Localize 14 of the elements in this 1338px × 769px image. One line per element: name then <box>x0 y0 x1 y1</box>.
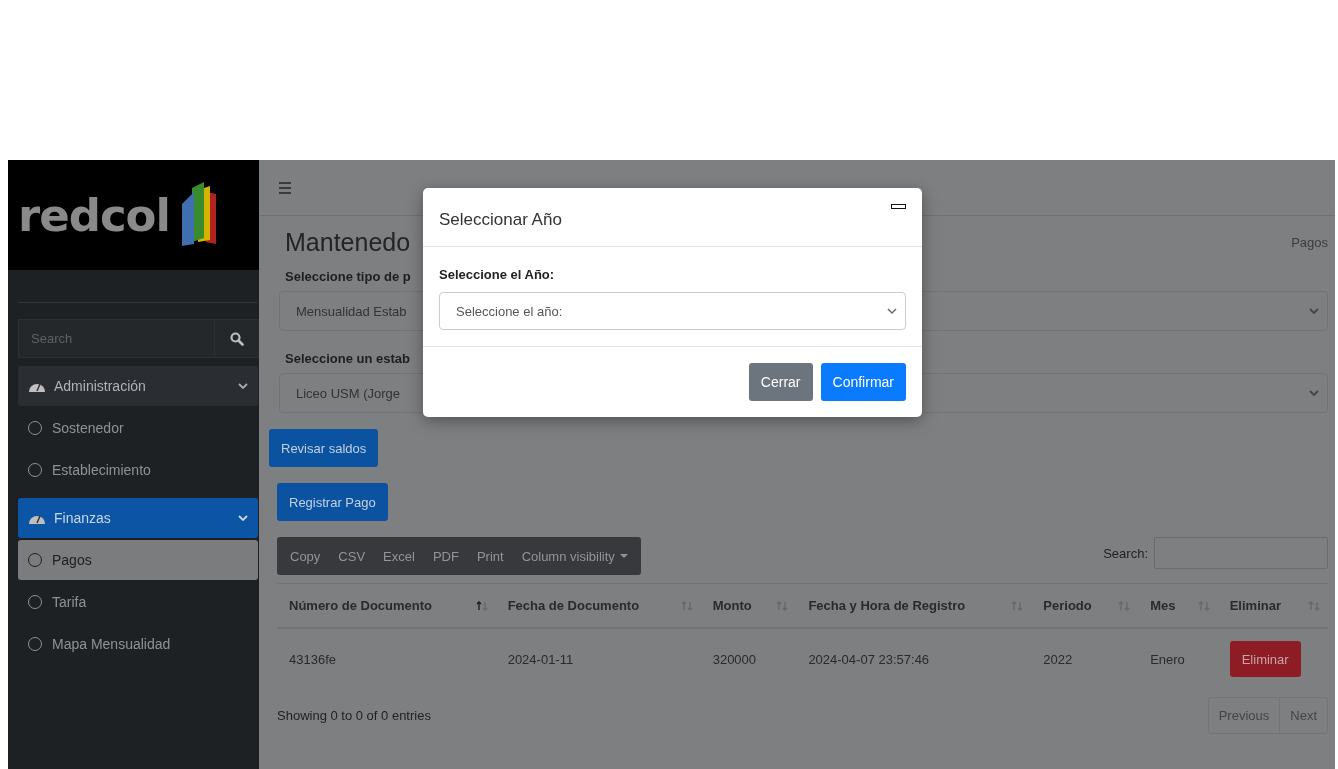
field-label: Seleccione un estab <box>285 351 410 366</box>
table-cell: 2024-01-11 <box>507 651 574 667</box>
field-label: Seleccione el Año: <box>439 267 556 282</box>
table-cell: 43136fe <box>289 651 336 667</box>
table-cell: 320000 <box>712 651 757 667</box>
dialog-title: Seleccionar Año <box>439 210 562 230</box>
table-info-text: Showing 0 to 0 of 0 entries <box>277 708 431 723</box>
search-label: Search: <box>1103 545 1148 561</box>
table-cell: 2022 <box>1043 651 1073 667</box>
logo-text: redcol <box>18 188 170 242</box>
table-cell: Enero <box>1150 651 1185 667</box>
field-label: Seleccione tipo de p <box>285 269 411 284</box>
page-title: Mantenedo <box>285 228 411 257</box>
table-cell: 2024-04-07 23:57:46 <box>808 651 930 667</box>
